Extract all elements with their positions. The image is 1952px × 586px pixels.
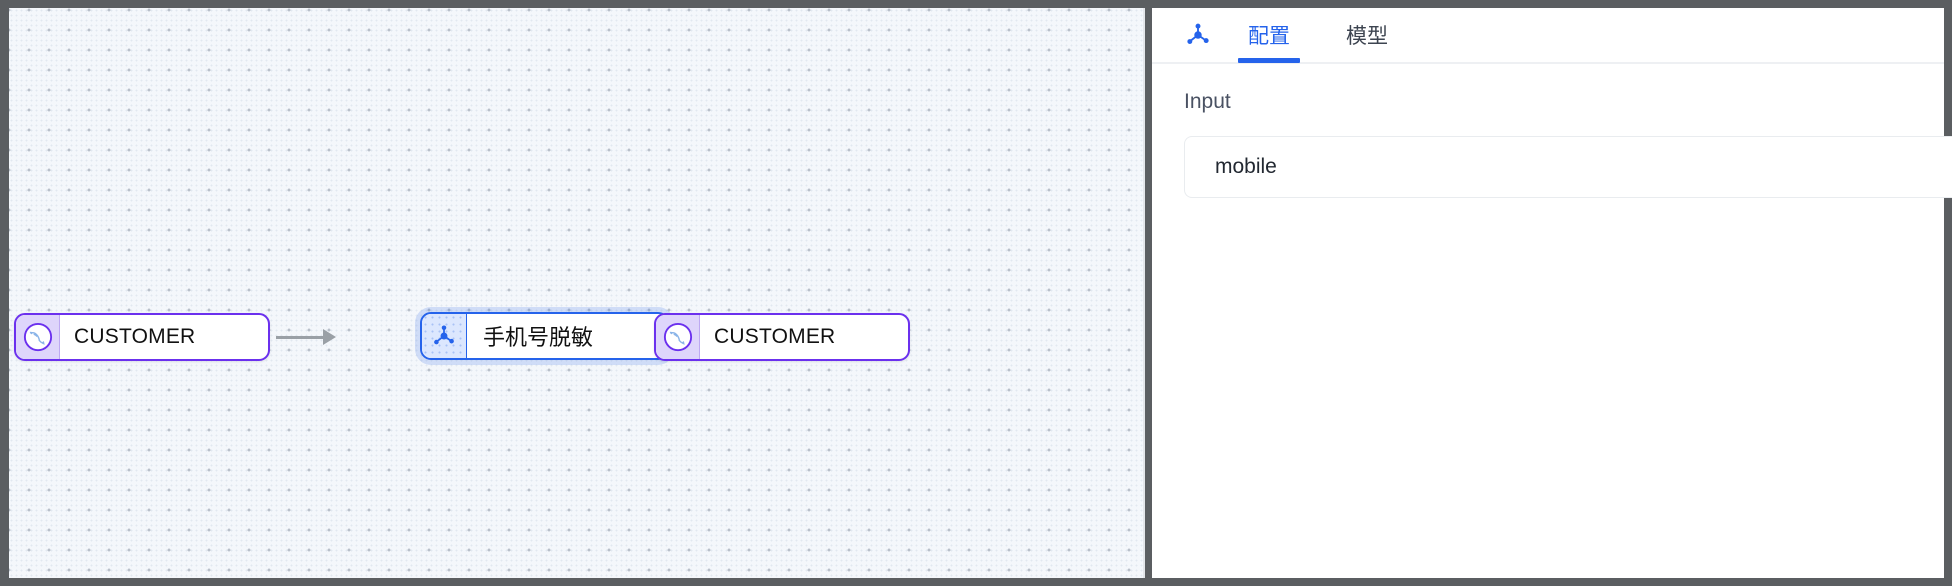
flow-node-source-table[interactable]: CUSTOMER bbox=[14, 313, 270, 361]
panel-divider bbox=[1143, 8, 1145, 578]
tab-config[interactable]: 配置 bbox=[1242, 7, 1296, 63]
mysql-dolphin-icon bbox=[16, 315, 60, 359]
flow-node-mask-task[interactable]: 手机号脱敏 bbox=[420, 312, 669, 360]
tab-model[interactable]: 模型 bbox=[1340, 7, 1394, 63]
edge-arrowhead-icon bbox=[323, 329, 336, 345]
flow-edge-source-to-task bbox=[276, 326, 336, 348]
input-field-label: Input bbox=[1184, 90, 1944, 114]
panel-tab-bar: 配置 模型 bbox=[1152, 8, 1944, 64]
app-window: CUSTOMER 手机号脱敏 bbox=[0, 0, 1952, 586]
flow-node-label: CUSTOMER bbox=[700, 315, 849, 359]
input-field-group: Input mobile bbox=[1152, 64, 1944, 198]
mysql-dolphin-icon bbox=[656, 315, 700, 359]
data-node-graph-icon bbox=[1184, 21, 1212, 49]
edge-line bbox=[276, 336, 323, 339]
flow-node-label: 手机号脱敏 bbox=[467, 314, 609, 358]
properties-panel: 配置 模型 Input mobile bbox=[1152, 8, 1944, 578]
flow-canvas[interactable]: CUSTOMER 手机号脱敏 bbox=[9, 8, 1143, 578]
flow-node-target-table[interactable]: CUSTOMER bbox=[654, 313, 910, 361]
data-node-graph-icon bbox=[422, 314, 467, 358]
flow-node-label: CUSTOMER bbox=[60, 315, 209, 359]
input-field-value[interactable]: mobile bbox=[1184, 136, 1952, 198]
